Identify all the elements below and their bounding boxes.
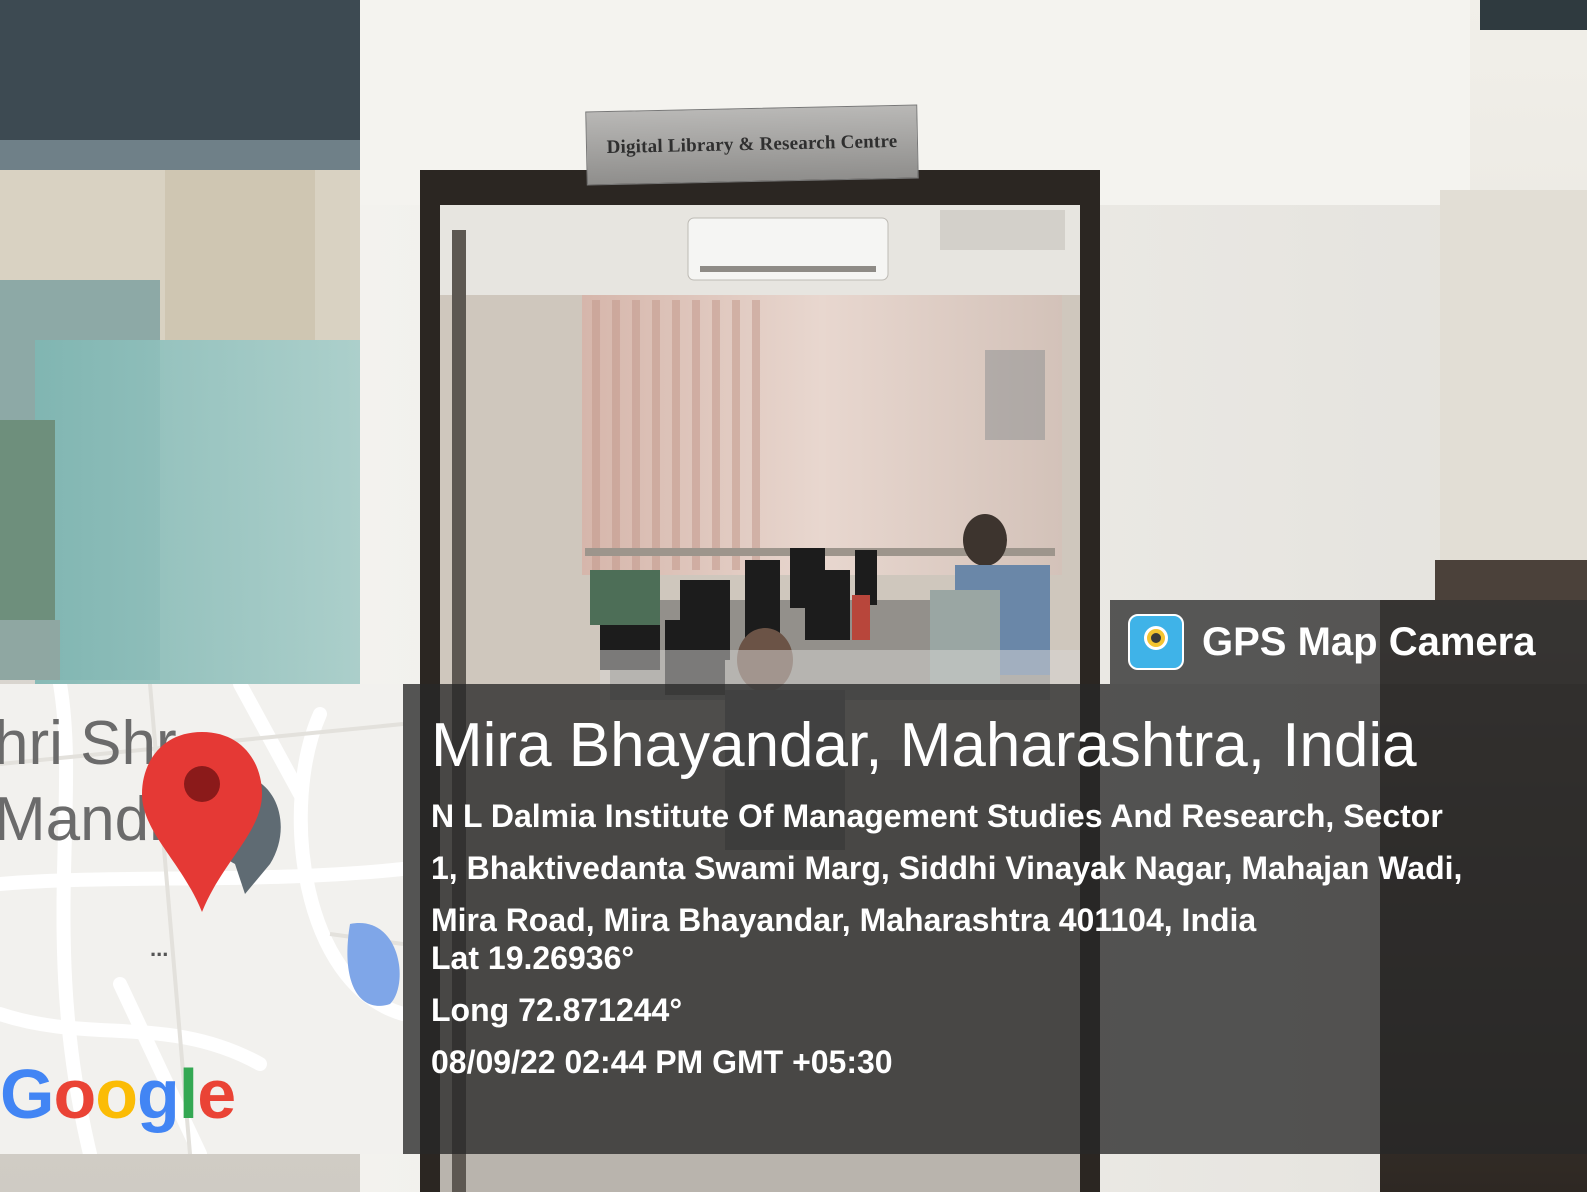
google-letter-g2: g — [136, 1055, 180, 1133]
app-name: GPS Map Camera — [1202, 619, 1536, 664]
address-line-3: Mira Road, Mira Bhayandar, Maharashtra 4… — [431, 902, 1257, 938]
google-logo: Google — [0, 1054, 236, 1134]
map-pin-icon — [142, 732, 262, 912]
timestamp: 08/09/22 02:44 PM GMT +05:30 — [431, 1044, 893, 1080]
name-plate: Digital Library & Research Centre — [585, 104, 919, 186]
address-line-2: 1, Bhaktivedanta Swami Marg, Siddhi Vina… — [431, 850, 1463, 886]
location-info-panel: Mira Bhayandar, Maharashtra, India N L D… — [403, 684, 1587, 1154]
google-letter-o1: o — [53, 1055, 96, 1133]
map-label-line2: Mandi — [0, 785, 163, 854]
google-letter-g: G — [0, 1055, 54, 1133]
longitude: Long 72.871244° — [431, 992, 683, 1028]
city-title: Mira Bhayandar, Maharashtra, India — [431, 711, 1417, 780]
name-plate-text: Digital Library & Research Centre — [606, 130, 898, 159]
address-line-1: N L Dalmia Institute Of Management Studi… — [431, 798, 1443, 834]
map-ellipsis: ... — [150, 936, 169, 961]
google-letter-o2: o — [95, 1055, 138, 1133]
geotagged-photo: Digital Library & Research Centre GPS Ma… — [0, 0, 1587, 1192]
gps-map-camera-icon — [1128, 614, 1184, 670]
map-thumbnail: hri Shr Mandi ... Google — [0, 684, 403, 1154]
app-badge: GPS Map Camera — [1110, 600, 1587, 684]
google-letter-l: l — [178, 1055, 198, 1133]
google-letter-e: e — [197, 1055, 236, 1133]
address-block: N L Dalmia Institute Of Management Studi… — [431, 790, 1551, 946]
latitude: Lat 19.26936° — [431, 940, 635, 976]
